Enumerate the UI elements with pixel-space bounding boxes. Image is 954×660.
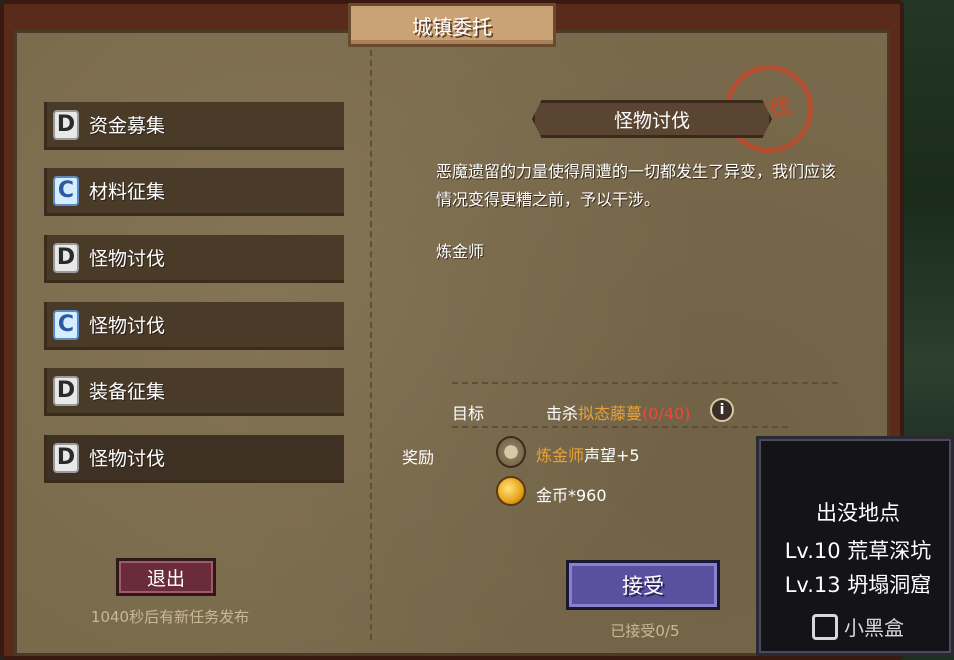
watermark-text: 小黑盒: [844, 616, 904, 640]
refresh-countdown: 1040秒后有新任务发布: [90, 608, 250, 626]
quest-description: 恶魔遗留的力量使得周遭的一切都发生了异变，我们应该情况变得更糟之前，予以干涉。: [436, 162, 837, 209]
game-screen: 城镇委托 D 资金募集 C 材料征集 D 怪物讨伐 C 怪物讨伐 D 装备征集 …: [0, 0, 954, 660]
tooltip-title: 出没地点: [816, 501, 900, 525]
rank-d-icon: D: [53, 109, 79, 140]
target-prefix: 击杀: [546, 404, 579, 423]
medal-icon: [496, 436, 526, 468]
reward-reputation-amount: 声望+5: [584, 446, 640, 465]
target-monster: 拟态藤蔓: [578, 404, 643, 423]
separator-line: [452, 426, 788, 428]
watermark-logo-icon: [812, 613, 838, 640]
quest-item[interactable]: C 怪物讨伐: [44, 302, 344, 350]
tooltip-location: Lv.13 坍塌洞窟: [784, 573, 932, 597]
reward-gold: 金币*960: [536, 486, 607, 505]
quest-item-selected[interactable]: D 怪物讨伐: [44, 435, 344, 483]
quest-item-label: 材料征集: [89, 181, 166, 203]
rank-d-icon: D: [53, 442, 79, 473]
quest-item[interactable]: D 怪物讨伐: [44, 235, 344, 283]
target-objective: 击杀拟态藤蔓(0/40): [546, 400, 690, 424]
quest-giver: 炼金师: [436, 242, 485, 261]
quest-item[interactable]: C 材料征集: [44, 168, 344, 216]
rank-c-icon: C: [53, 175, 79, 206]
quest-item-label: 怪物讨伐: [89, 448, 166, 470]
window-title: 城镇委托: [348, 3, 556, 47]
quest-title-banner: 怪物讨伐: [532, 100, 772, 138]
quest-item-label: 怪物讨伐: [89, 315, 166, 337]
exit-button[interactable]: 退出: [116, 558, 216, 596]
accepted-count: 已接受0/5: [610, 622, 680, 640]
quest-item[interactable]: D 装备征集: [44, 368, 344, 416]
panel-divider: [370, 50, 372, 640]
reward-reputation: 炼金师声望+5: [536, 442, 640, 466]
rank-d-icon: D: [53, 242, 79, 273]
reward-label: 奖励: [402, 448, 435, 467]
quest-item-label: 怪物讨伐: [89, 248, 166, 270]
watermark: 小黑盒: [812, 612, 904, 641]
coin-icon: [496, 476, 526, 506]
info-icon[interactable]: i: [710, 398, 734, 422]
reward-reputation-faction: 炼金师: [536, 446, 585, 465]
separator-line: [452, 382, 838, 384]
quest-item-label: 资金募集: [89, 115, 166, 137]
target-progress: (0/40): [642, 404, 691, 423]
quest-item-label: 装备征集: [89, 381, 166, 403]
accept-button[interactable]: 接受: [566, 560, 720, 610]
tooltip-location: Lv.10 荒草深坑: [784, 539, 932, 563]
target-label: 目标: [452, 404, 485, 423]
rank-d-icon: D: [53, 375, 79, 406]
rank-c-icon: C: [53, 309, 79, 340]
quest-item[interactable]: D 资金募集: [44, 102, 344, 150]
